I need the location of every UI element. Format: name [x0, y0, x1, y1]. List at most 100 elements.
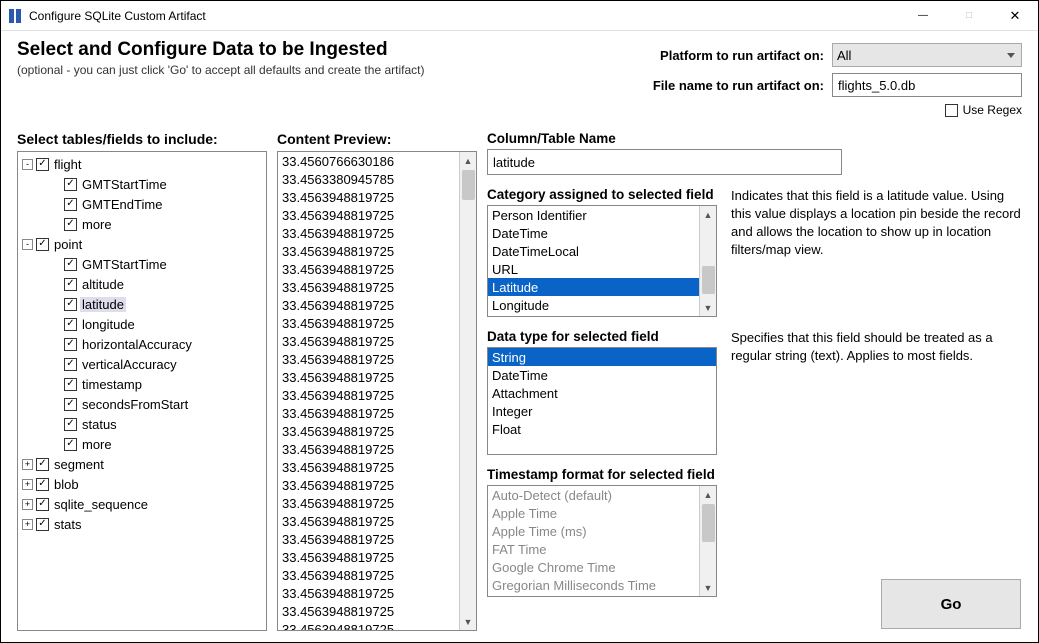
- tree-row[interactable]: ✓latitude: [22, 294, 262, 314]
- datatype-listbox[interactable]: StringDateTimeAttachmentIntegerFloat: [487, 347, 717, 455]
- tree-row[interactable]: ✓more: [22, 434, 262, 454]
- list-item[interactable]: Person Identifier: [488, 206, 716, 224]
- tree-row[interactable]: ✓altitude: [22, 274, 262, 294]
- tree-node-label[interactable]: blob: [52, 477, 81, 492]
- list-item[interactable]: Float: [488, 420, 716, 438]
- list-item[interactable]: DateTimeLocal: [488, 242, 716, 260]
- tree-node-label[interactable]: timestamp: [80, 377, 144, 392]
- tree-spacer: [50, 359, 61, 370]
- minimize-button[interactable]: —: [900, 1, 946, 30]
- tree-node-label[interactable]: longitude: [80, 317, 137, 332]
- tree-node-label[interactable]: segment: [52, 457, 106, 472]
- tree-checkbox[interactable]: ✓: [64, 318, 77, 331]
- timestamp-scrollbar[interactable]: ▲ ▼: [699, 486, 716, 596]
- platform-select[interactable]: All: [832, 43, 1022, 67]
- expand-icon[interactable]: +: [22, 459, 33, 470]
- tree-row[interactable]: ✓timestamp: [22, 374, 262, 394]
- tree-row[interactable]: -✓flight: [22, 154, 262, 174]
- tree-checkbox[interactable]: ✓: [64, 198, 77, 211]
- filename-input[interactable]: flights_5.0.db: [832, 73, 1022, 97]
- tree-row[interactable]: ✓status: [22, 414, 262, 434]
- tree-checkbox[interactable]: ✓: [64, 418, 77, 431]
- tree-checkbox[interactable]: ✓: [36, 498, 49, 511]
- tree-checkbox[interactable]: ✓: [64, 338, 77, 351]
- tree-node-label[interactable]: GMTStartTime: [80, 177, 169, 192]
- tree-row[interactable]: ✓longitude: [22, 314, 262, 334]
- category-scrollbar[interactable]: ▲ ▼: [699, 206, 716, 316]
- tree-row[interactable]: +✓segment: [22, 454, 262, 474]
- tree-node-label[interactable]: sqlite_sequence: [52, 497, 150, 512]
- tree-checkbox[interactable]: ✓: [64, 378, 77, 391]
- tree-checkbox[interactable]: ✓: [36, 518, 49, 531]
- tree-checkbox[interactable]: ✓: [36, 238, 49, 251]
- list-item[interactable]: Integer: [488, 402, 716, 420]
- scroll-thumb[interactable]: [462, 170, 475, 200]
- list-item[interactable]: Longitude: [488, 296, 716, 314]
- list-item[interactable]: DateTime: [488, 224, 716, 242]
- close-button[interactable]: ✕: [992, 1, 1038, 30]
- scroll-down-icon[interactable]: ▼: [700, 299, 716, 316]
- tree-row[interactable]: ✓GMTStartTime: [22, 174, 262, 194]
- tree-checkbox[interactable]: ✓: [64, 258, 77, 271]
- collapse-icon[interactable]: -: [22, 159, 33, 170]
- scroll-up-icon[interactable]: ▲: [700, 206, 716, 223]
- tree-node-label[interactable]: more: [80, 437, 114, 452]
- tree-node-label[interactable]: latitude: [80, 297, 126, 312]
- use-regex-checkbox[interactable]: [945, 104, 958, 117]
- list-item[interactable]: Attachment: [488, 384, 716, 402]
- tree-node-label[interactable]: stats: [52, 517, 83, 532]
- tree-row[interactable]: +✓sqlite_sequence: [22, 494, 262, 514]
- tree-node-label[interactable]: verticalAccuracy: [80, 357, 179, 372]
- tree-checkbox[interactable]: ✓: [64, 398, 77, 411]
- tree-row[interactable]: -✓point: [22, 234, 262, 254]
- tree-checkbox[interactable]: ✓: [36, 158, 49, 171]
- expand-icon[interactable]: +: [22, 479, 33, 490]
- tree-checkbox[interactable]: ✓: [64, 358, 77, 371]
- list-item[interactable]: URL: [488, 260, 716, 278]
- tree-row[interactable]: ✓GMTEndTime: [22, 194, 262, 214]
- tree-node-label[interactable]: GMTEndTime: [80, 197, 164, 212]
- go-button[interactable]: Go: [881, 579, 1021, 629]
- tree-node-label[interactable]: horizontalAccuracy: [80, 337, 194, 352]
- list-item[interactable]: String: [488, 348, 716, 366]
- expand-icon[interactable]: +: [22, 499, 33, 510]
- tree-node-label[interactable]: more: [80, 217, 114, 232]
- scroll-thumb[interactable]: [702, 504, 715, 542]
- collapse-icon[interactable]: -: [22, 239, 33, 250]
- tree-row[interactable]: +✓blob: [22, 474, 262, 494]
- tree-node-label[interactable]: secondsFromStart: [80, 397, 190, 412]
- tree-view[interactable]: -✓flight✓GMTStartTime✓GMTEndTime✓more-✓p…: [17, 151, 267, 631]
- scroll-up-icon[interactable]: ▲: [460, 152, 476, 169]
- maximize-button[interactable]: □: [946, 1, 992, 30]
- tree-checkbox[interactable]: ✓: [64, 298, 77, 311]
- tree-node-label[interactable]: status: [80, 417, 119, 432]
- tree-checkbox[interactable]: ✓: [64, 438, 77, 451]
- list-item[interactable]: Latitude: [488, 278, 716, 296]
- preview-scrollbar[interactable]: ▲ ▼: [459, 152, 476, 630]
- scroll-up-icon[interactable]: ▲: [700, 486, 716, 503]
- tree-row[interactable]: ✓secondsFromStart: [22, 394, 262, 414]
- tree-checkbox[interactable]: ✓: [64, 278, 77, 291]
- scroll-down-icon[interactable]: ▼: [460, 613, 476, 630]
- scroll-down-icon[interactable]: ▼: [700, 579, 716, 596]
- scroll-thumb[interactable]: [702, 266, 715, 294]
- preview-line: 33.4563948819725: [282, 351, 472, 369]
- tree-checkbox[interactable]: ✓: [36, 478, 49, 491]
- tree-node-label[interactable]: flight: [52, 157, 83, 172]
- tree-checkbox[interactable]: ✓: [64, 218, 77, 231]
- list-item[interactable]: DateTime: [488, 366, 716, 384]
- colname-input[interactable]: latitude: [487, 149, 842, 175]
- tree-row[interactable]: ✓verticalAccuracy: [22, 354, 262, 374]
- category-listbox[interactable]: Person IdentifierDateTimeDateTimeLocalUR…: [487, 205, 717, 317]
- tree-checkbox[interactable]: ✓: [36, 458, 49, 471]
- timestamp-listbox[interactable]: Auto-Detect (default)Apple TimeApple Tim…: [487, 485, 717, 597]
- tree-row[interactable]: +✓stats: [22, 514, 262, 534]
- tree-checkbox[interactable]: ✓: [64, 178, 77, 191]
- expand-icon[interactable]: +: [22, 519, 33, 530]
- tree-row[interactable]: ✓GMTStartTime: [22, 254, 262, 274]
- tree-row[interactable]: ✓horizontalAccuracy: [22, 334, 262, 354]
- tree-row[interactable]: ✓more: [22, 214, 262, 234]
- tree-node-label[interactable]: altitude: [80, 277, 126, 292]
- tree-node-label[interactable]: GMTStartTime: [80, 257, 169, 272]
- tree-node-label[interactable]: point: [52, 237, 84, 252]
